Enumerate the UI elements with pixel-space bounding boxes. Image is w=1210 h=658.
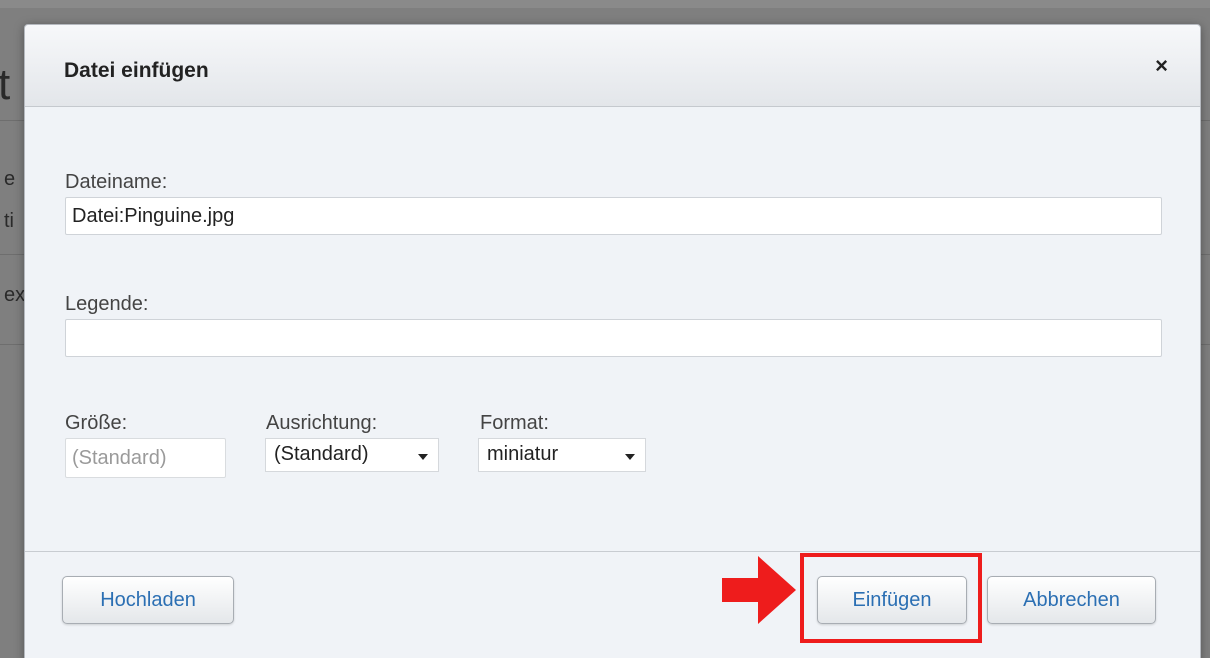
format-selected-value: miniatur [487,443,559,465]
format-label: Format: [480,412,549,434]
dialog-header: Datei einfügen × [25,25,1200,107]
filename-input[interactable] [65,197,1162,235]
alignment-select[interactable]: (Standard) [265,438,439,472]
caption-label: Legende: [65,293,149,315]
chevron-down-icon [625,454,635,460]
size-input[interactable] [65,438,226,478]
footer-divider [25,551,1200,552]
size-label: Größe: [65,412,128,434]
annotation-arrow-icon [722,556,796,624]
insert-file-dialog: Datei einfügen × Dateiname: Legende: Grö… [24,24,1201,658]
format-select[interactable]: miniatur [478,438,646,472]
cancel-button[interactable]: Abbrechen [987,576,1156,624]
chevron-down-icon [418,454,428,460]
alignment-selected-value: (Standard) [274,443,369,465]
upload-button[interactable]: Hochladen [62,576,234,624]
background-heading-fragment: t [0,60,11,109]
caption-input[interactable] [65,319,1162,357]
background-text-fragment: ti [4,210,14,232]
alignment-label: Ausrichtung: [266,412,378,434]
annotation-highlight-box [800,553,982,643]
close-icon[interactable]: × [1155,55,1168,77]
background-text-fragment: ex [4,284,26,306]
dialog-title: Datei einfügen [64,59,209,82]
background-text-fragment: e [4,168,16,190]
filename-label: Dateiname: [65,171,168,193]
